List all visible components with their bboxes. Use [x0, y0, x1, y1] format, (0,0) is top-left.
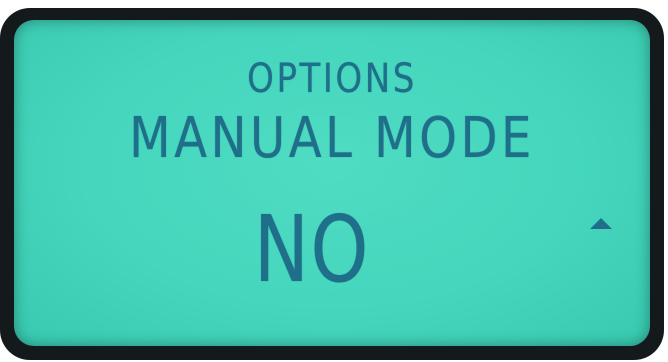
lcd-bezel: OPTIONS MANUAL MODE NO: [0, 8, 664, 360]
setting-name: MANUAL MODE: [129, 106, 535, 171]
up-arrow-icon[interactable]: [590, 218, 612, 229]
menu-title: OPTIONS: [247, 56, 417, 102]
lcd-screen: OPTIONS MANUAL MODE NO: [14, 20, 650, 346]
setting-value[interactable]: NO: [58, 196, 567, 303]
